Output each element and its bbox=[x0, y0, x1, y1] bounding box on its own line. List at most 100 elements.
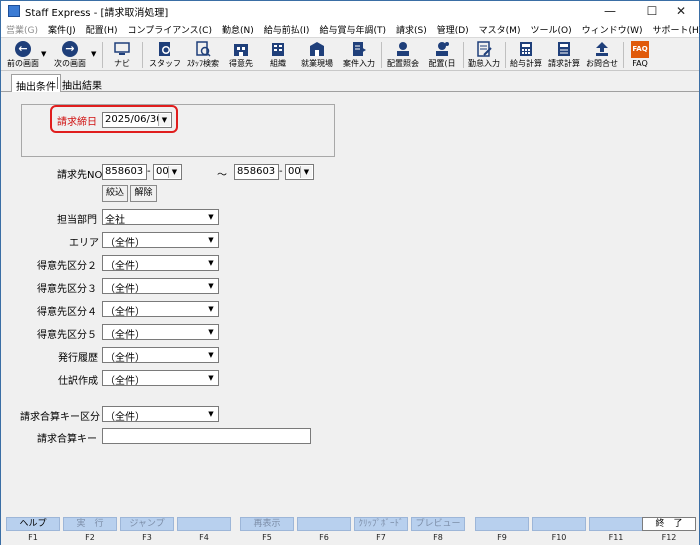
filter-button[interactable]: 絞込 bbox=[102, 185, 128, 202]
billing-no-from-code-value: 858603 bbox=[105, 166, 144, 177]
summary-key-label: 請求合算キー bbox=[37, 434, 97, 445]
inquiry-label: お問合せ bbox=[586, 59, 618, 68]
chevron-down-icon[interactable]: ▼ bbox=[205, 326, 217, 338]
area-select[interactable]: （全件） ▼ bbox=[102, 232, 219, 249]
back-button[interactable]: ← 前の画面 bbox=[3, 39, 43, 71]
attendance-input-button[interactable]: 勤怠入力 bbox=[466, 39, 502, 71]
chevron-down-icon[interactable]: ▼ bbox=[205, 257, 217, 269]
f5-refresh-button[interactable]: 再表示 bbox=[240, 517, 294, 531]
billing-no-to-sub-select[interactable]: 000 ▼ bbox=[285, 164, 314, 180]
assign-query-button[interactable]: 配置照会 bbox=[385, 39, 421, 71]
menu-assign[interactable]: 配置(H) bbox=[81, 21, 123, 37]
f8-preview-button[interactable]: プレビュー bbox=[411, 517, 465, 531]
f5-key-label: F5 bbox=[262, 533, 272, 542]
f4-button[interactable] bbox=[177, 517, 231, 531]
menu-advance-pay[interactable]: 給与前払(I) bbox=[259, 21, 315, 37]
menu-sales[interactable]: 営業(G) bbox=[1, 21, 43, 37]
payroll-calc-button[interactable]: 給与計算 bbox=[508, 39, 544, 71]
client-class5-value: （全件） bbox=[105, 330, 145, 341]
menu-support[interactable]: サポート(H) bbox=[648, 21, 700, 37]
f11-button[interactable] bbox=[589, 517, 643, 531]
menu-admin[interactable]: 管理(D) bbox=[432, 21, 474, 37]
client-class4-value: （全件） bbox=[105, 307, 145, 318]
issue-history-value: （全件） bbox=[105, 353, 145, 364]
f9-key-label: F9 bbox=[497, 533, 507, 542]
menu-tools[interactable]: ツール(O) bbox=[525, 21, 576, 37]
f11-key-label: F11 bbox=[608, 533, 624, 542]
staff-button[interactable]: スタッフ bbox=[147, 39, 183, 71]
chevron-down-icon[interactable]: ▼ bbox=[205, 408, 217, 420]
staff-search-button[interactable]: ｽﾀｯﾌ検索 bbox=[185, 39, 221, 71]
f2-execute-button[interactable]: 実 行 bbox=[63, 517, 117, 531]
billing-calc-button[interactable]: 請求計算 bbox=[546, 39, 582, 71]
billing-date-label: 請求締日 bbox=[57, 117, 97, 128]
f6-button[interactable] bbox=[297, 517, 351, 531]
summary-key-input[interactable] bbox=[102, 428, 311, 444]
summary-key-field[interactable] bbox=[103, 429, 310, 443]
back-dropdown-icon[interactable]: ▼ bbox=[41, 50, 46, 58]
faq-button[interactable]: FAQ FAQ bbox=[627, 39, 653, 71]
menu-jobs[interactable]: 案件(J) bbox=[43, 21, 81, 37]
f12-exit-button[interactable]: 終 了 bbox=[642, 517, 696, 531]
staff-search-label: ｽﾀｯﾌ検索 bbox=[187, 59, 219, 68]
work-site-button[interactable]: 就業現場 bbox=[297, 39, 337, 71]
menu-payroll[interactable]: 給与賞与年調(T) bbox=[314, 21, 391, 37]
chevron-down-icon[interactable]: ▼ bbox=[205, 211, 217, 223]
f1-help-button[interactable]: ヘルプ bbox=[6, 517, 60, 531]
inquiry-button[interactable]: お問合せ bbox=[584, 39, 620, 71]
dept-select[interactable]: 全社 ▼ bbox=[102, 209, 219, 226]
chevron-down-icon[interactable]: ▼ bbox=[205, 280, 217, 292]
chevron-down-icon[interactable]: ▼ bbox=[205, 349, 217, 361]
toolbar-separator bbox=[102, 42, 103, 68]
org-icon bbox=[269, 40, 287, 58]
client-button[interactable]: 得意先 bbox=[225, 39, 257, 71]
chevron-down-icon[interactable]: ▼ bbox=[168, 166, 180, 178]
chevron-down-icon[interactable]: ▼ bbox=[300, 166, 312, 178]
tab-extract-results[interactable]: 抽出結果 bbox=[58, 74, 106, 92]
site-label: 就業現場 bbox=[301, 59, 333, 68]
menu-master[interactable]: マスタ(M) bbox=[474, 21, 526, 37]
clear-button[interactable]: 解除 bbox=[130, 185, 157, 202]
assign-query-label: 配置照会 bbox=[387, 59, 419, 68]
issue-history-select[interactable]: （全件） ▼ bbox=[102, 347, 219, 364]
billing-date-select[interactable]: 2025/06/30 ▼ bbox=[102, 112, 172, 128]
f7-clipboard-button[interactable]: ｸﾘｯﾌﾟﾎﾞｰﾄﾞ bbox=[354, 517, 408, 531]
billing-no-label: 請求先NO bbox=[57, 170, 103, 181]
toolbar-separator bbox=[623, 42, 624, 68]
client-class4-select[interactable]: （全件） ▼ bbox=[102, 301, 219, 318]
close-button[interactable]: ✕ bbox=[664, 1, 698, 21]
inquiry-icon bbox=[593, 40, 611, 58]
attendance-icon bbox=[475, 40, 493, 58]
forward-dropdown-icon[interactable]: ▼ bbox=[91, 50, 96, 58]
job-input-button[interactable]: 案件入力 bbox=[341, 39, 377, 71]
tab-extract-conditions[interactable]: 抽出条件 bbox=[11, 74, 61, 93]
job-input-label: 案件入力 bbox=[343, 59, 375, 68]
chevron-down-icon[interactable]: ▼ bbox=[158, 114, 170, 126]
billing-no-to-code[interactable]: 858603 bbox=[234, 164, 279, 180]
menu-billing[interactable]: 請求(S) bbox=[391, 21, 432, 37]
f10-button[interactable] bbox=[532, 517, 586, 531]
menu-compliance[interactable]: コンプライアンス(C) bbox=[122, 21, 217, 37]
navi-button[interactable]: ナビ bbox=[107, 39, 137, 71]
f2-key-label: F2 bbox=[85, 533, 95, 542]
billing-no-from-sub-select[interactable]: 000 ▼ bbox=[153, 164, 182, 180]
menu-attendance[interactable]: 勤怠(N) bbox=[217, 21, 259, 37]
forward-label: 次の画面 bbox=[54, 59, 86, 68]
chevron-down-icon[interactable]: ▼ bbox=[205, 303, 217, 315]
summary-key-type-value: （全件） bbox=[105, 412, 145, 423]
assign-button[interactable]: 配置(日 bbox=[424, 39, 460, 71]
org-button[interactable]: 組織 bbox=[263, 39, 293, 71]
f3-jump-button[interactable]: ジャンプ bbox=[120, 517, 174, 531]
chevron-down-icon[interactable]: ▼ bbox=[205, 372, 217, 384]
billing-no-from-code[interactable]: 858603 bbox=[102, 164, 147, 180]
minimize-button[interactable]: — bbox=[593, 1, 627, 21]
menu-window[interactable]: ウィンドウ(W) bbox=[577, 21, 648, 37]
client-class5-select[interactable]: （全件） ▼ bbox=[102, 324, 219, 341]
summary-key-type-select[interactable]: （全件） ▼ bbox=[102, 406, 219, 423]
journal-select[interactable]: （全件） ▼ bbox=[102, 370, 219, 387]
client-class2-select[interactable]: （全件） ▼ bbox=[102, 255, 219, 272]
f9-button[interactable] bbox=[475, 517, 529, 531]
client-class3-select[interactable]: （全件） ▼ bbox=[102, 278, 219, 295]
forward-button[interactable]: → 次の画面 bbox=[50, 39, 90, 71]
chevron-down-icon[interactable]: ▼ bbox=[205, 234, 217, 246]
